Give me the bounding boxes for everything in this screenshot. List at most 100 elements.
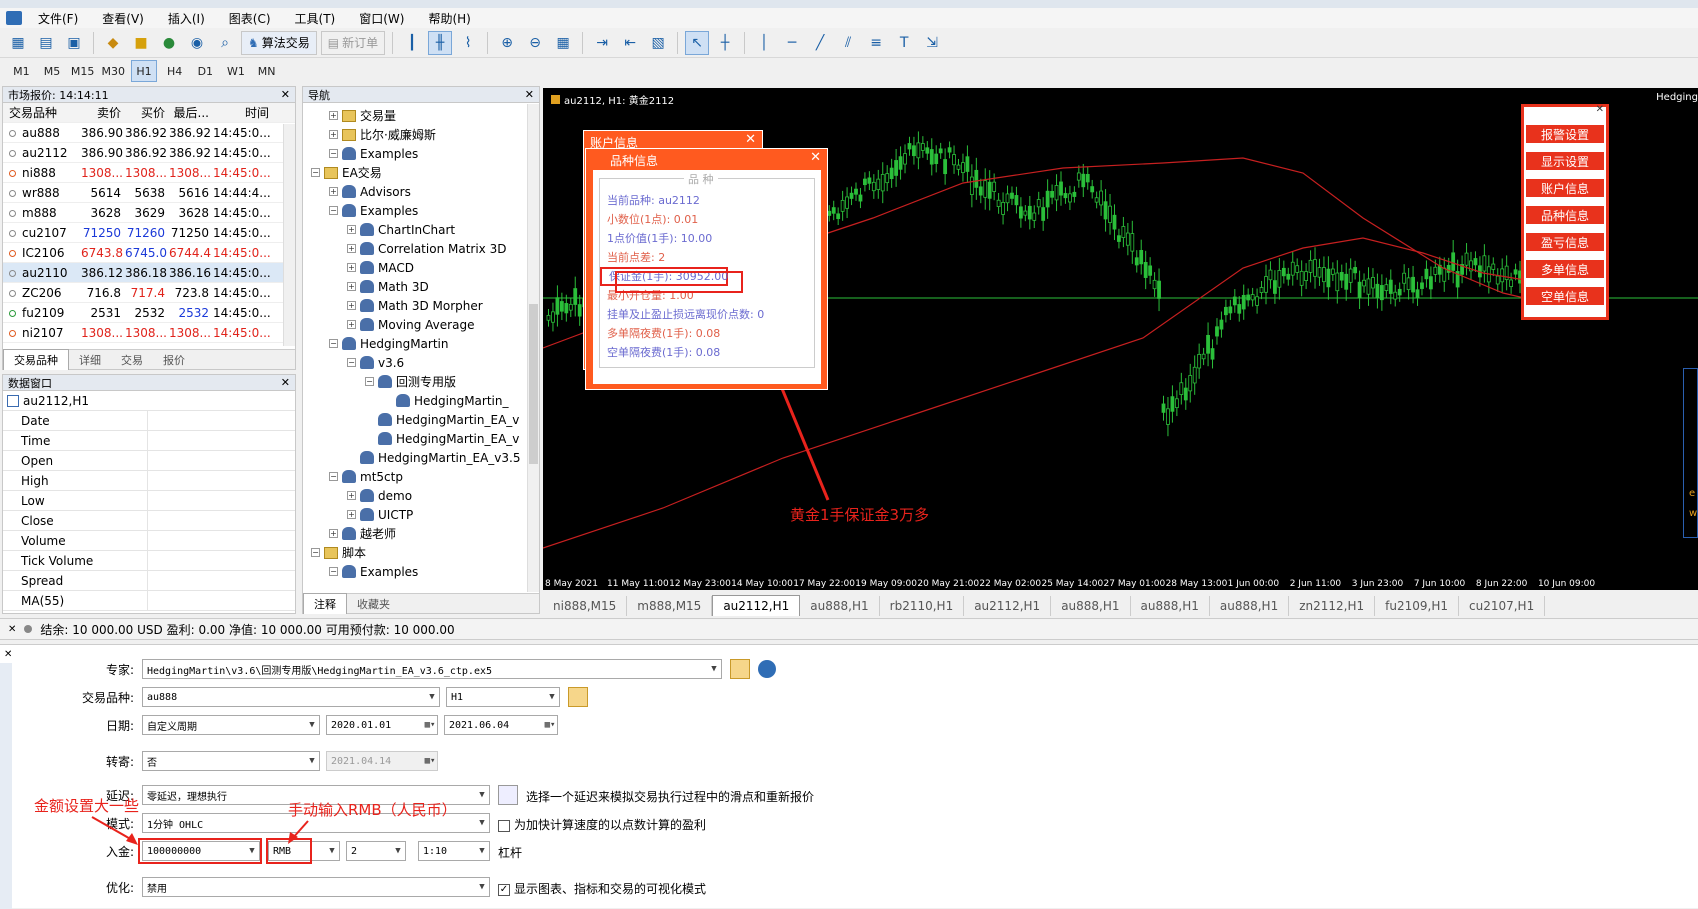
navigator-item[interactable]: + demo	[303, 486, 539, 505]
chart-tool-button[interactable]: 盈亏信息	[1525, 232, 1605, 252]
chart-tab[interactable]: au888,H1	[1131, 596, 1210, 616]
navigator-item[interactable]: − Examples	[303, 562, 539, 581]
date-mode-select[interactable]: 自定义周期 ▼	[142, 715, 320, 735]
menu-help[interactable]: 帮助(H)	[416, 10, 482, 27]
chart-tool-button[interactable]: 显示设置	[1525, 151, 1605, 171]
navigator-item[interactable]: + Advisors	[303, 182, 539, 201]
crosshair-icon[interactable]: ┼	[713, 31, 737, 55]
lock-icon[interactable]: ■	[129, 31, 153, 55]
expand-icon[interactable]: +	[329, 529, 338, 538]
signals-icon[interactable]: ●	[157, 31, 181, 55]
menu-file[interactable]: 文件(F)	[26, 10, 90, 27]
tab-ticks[interactable]: 报价	[153, 350, 195, 370]
navigator-item[interactable]: − Examples	[303, 201, 539, 220]
close-icon[interactable]: ✕	[4, 649, 12, 660]
menu-window[interactable]: 窗口(W)	[347, 10, 416, 27]
tf-h1[interactable]: H1	[130, 60, 158, 82]
digits-select[interactable]: 2 ▼	[346, 841, 406, 861]
scroll-end-icon[interactable]: ⇥	[590, 31, 614, 55]
chart-tab[interactable]: au888,H1	[800, 596, 880, 616]
navigator-item[interactable]: + Math 3D Morpher	[303, 296, 539, 315]
tf-m1[interactable]: M1	[8, 60, 35, 82]
navigator-item[interactable]: − HedgingMartin	[303, 334, 539, 353]
expand-icon[interactable]: +	[347, 301, 356, 310]
navigator-item[interactable]: + Math 3D	[303, 277, 539, 296]
navigator-item[interactable]: − v3.6	[303, 353, 539, 372]
tf-d1[interactable]: D1	[192, 60, 219, 82]
tab-trading[interactable]: 交易	[111, 350, 153, 370]
symbol-select[interactable]: au888 ▼	[142, 687, 440, 707]
tab-common[interactable]: 注释	[303, 593, 347, 614]
market-watch-row[interactable]: au2112 386.90 386.92 386.92 14:45:0...	[3, 143, 295, 163]
save-icon[interactable]: ▣	[62, 31, 86, 55]
menu-view[interactable]: 查看(V)	[90, 10, 156, 27]
market-watch-row[interactable]: au888 386.90 386.92 386.92 14:45:0...	[3, 123, 295, 143]
navigator-item[interactable]: +HedgingMartin_EA_v	[303, 429, 539, 448]
menu-chart[interactable]: 图表(C)	[217, 10, 283, 27]
date-to-field[interactable]: 2021.06.04 ▦▾	[444, 715, 558, 735]
line-chart-icon[interactable]: ⌇	[456, 31, 480, 55]
navigator-item[interactable]: +HedgingMartin_EA_v	[303, 410, 539, 429]
leverage-select[interactable]: 1:10 ▼	[418, 841, 490, 861]
period-select[interactable]: H1 ▼	[446, 687, 560, 707]
candle-chart-icon[interactable]: ╫	[428, 30, 453, 55]
navigator-item[interactable]: + 交易量	[303, 106, 539, 125]
algo-trading-button[interactable]: ♞ 算法交易	[241, 30, 317, 55]
visual-mode-checkbox[interactable]: ✓ 显示图表、指标和交易的可视化模式	[498, 880, 706, 897]
expand-icon[interactable]: +	[329, 111, 338, 120]
forward-select[interactable]: 否 ▼	[142, 751, 320, 771]
chart-tab[interactable]: rb2110,H1	[880, 596, 965, 616]
navigator-item[interactable]: + 比尔·威廉姆斯	[303, 125, 539, 144]
expand-icon[interactable]: −	[329, 206, 338, 215]
close-icon[interactable]: ✕	[281, 88, 290, 101]
vertical-line-icon[interactable]: │	[752, 31, 776, 55]
expand-icon[interactable]: +	[329, 187, 338, 196]
chart-tab[interactable]: ni888,M15	[543, 596, 628, 616]
navigator-item[interactable]: − 脚本	[303, 543, 539, 562]
tile-windows-icon[interactable]: ▦	[551, 31, 575, 55]
market-watch-row[interactable]: IC2106 6743.8 6745.0 6744.4 14:45:0...	[3, 243, 295, 263]
expand-icon[interactable]: +	[347, 491, 356, 500]
navigator-item[interactable]: + MACD	[303, 258, 539, 277]
expand-icon[interactable]: +	[347, 320, 356, 329]
expand-icon[interactable]: +	[347, 510, 356, 519]
zoom-in-icon[interactable]: ⊕	[495, 31, 519, 55]
expand-icon[interactable]: +	[347, 225, 356, 234]
new-order-button[interactable]: ▤ 新订单	[320, 30, 386, 55]
chart-tab[interactable]: fu2109,H1	[1375, 596, 1459, 616]
expand-icon[interactable]: +	[347, 263, 356, 272]
expand-icon[interactable]: −	[329, 567, 338, 576]
chart-tab[interactable]: au888,H1	[1051, 596, 1131, 616]
settings-gear-icon[interactable]	[758, 660, 776, 678]
delay-settings-icon[interactable]	[498, 785, 518, 805]
expand-icon[interactable]: +	[347, 244, 356, 253]
expand-icon[interactable]: +	[329, 130, 338, 139]
chart-tool-button[interactable]: 多单信息	[1525, 259, 1605, 279]
navigator-item[interactable]: + UICTP	[303, 505, 539, 524]
text-icon[interactable]: T	[892, 31, 916, 55]
market-watch-row[interactable]: ni888 1308... 1308... 1308... 14:45:0...	[3, 163, 295, 183]
arrows-icon[interactable]: ⇲	[920, 31, 944, 55]
tab-symbols[interactable]: 交易品种	[3, 349, 69, 370]
optimization-select[interactable]: 禁用 ▼	[142, 877, 490, 897]
navigator-scrollbar[interactable]	[527, 104, 539, 592]
tf-mn[interactable]: MN	[253, 60, 280, 82]
horizontal-line-icon[interactable]: ─	[780, 31, 804, 55]
symbol-properties-icon[interactable]	[568, 687, 588, 707]
price-chart[interactable]: 8 May 2021 11 May 11:00 12 May 23:00 14 May…	[543, 88, 1698, 590]
chart-shift-icon[interactable]: ⇤	[618, 31, 642, 55]
menu-tools[interactable]: 工具(T)	[283, 10, 348, 27]
close-icon[interactable]: ✕	[525, 88, 534, 101]
expert-select[interactable]: HedgingMartin\v3.6\回测专用版\HedgingMartin_E…	[142, 659, 722, 679]
market-watch-row[interactable]: au2110 386.12 386.18 386.16 14:45:0...	[3, 263, 295, 283]
channel-icon[interactable]: ⫽	[836, 31, 860, 55]
bar-chart-icon[interactable]: ┃	[400, 31, 424, 55]
expand-icon[interactable]: +	[347, 282, 356, 291]
tab-details[interactable]: 详细	[69, 350, 111, 370]
chart-tab[interactable]: cu2107,H1	[1459, 596, 1546, 616]
chart-tab[interactable]: au2112,H1	[712, 595, 801, 616]
chart-tool-button[interactable]: 品种信息	[1525, 205, 1605, 225]
close-icon[interactable]: ✕	[810, 150, 821, 165]
forward-date-field[interactable]: 2021.04.14 ▦▾	[326, 751, 438, 771]
date-from-field[interactable]: 2020.01.01 ▦▾	[326, 715, 438, 735]
